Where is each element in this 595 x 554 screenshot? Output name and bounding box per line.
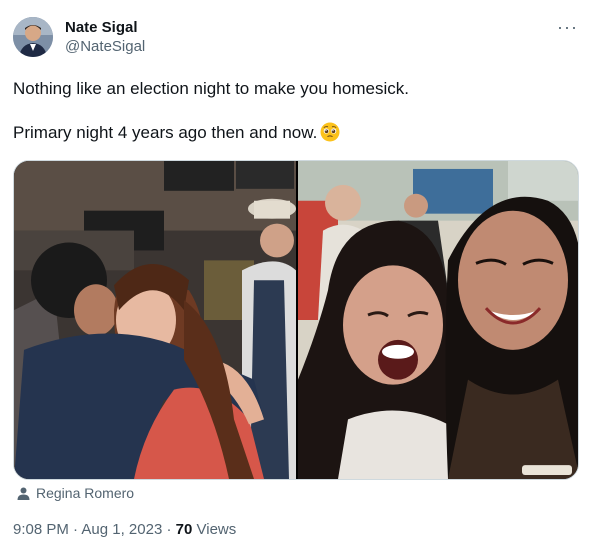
avatar-image: [13, 17, 53, 57]
tweet-text-line: Nothing like an election night to make y…: [13, 79, 409, 98]
pleading-face-emoji-icon: [320, 122, 340, 142]
tweet-text: Nothing like an election night to make y…: [13, 78, 583, 144]
photo-tag-name: Regina Romero: [36, 485, 135, 501]
photo-selfie[interactable]: [298, 161, 578, 479]
author-name[interactable]: Nate Sigal: [65, 19, 145, 37]
meta-separator: ·: [166, 521, 172, 538]
views-count: 70: [175, 521, 193, 538]
tweet-text-line: Primary night 4 years ago then and now.: [13, 122, 583, 144]
views-label: Views: [196, 521, 237, 538]
meta-separator: ·: [73, 521, 79, 538]
avatar[interactable]: [13, 17, 53, 57]
photo-hug-image: [14, 161, 296, 479]
author-handle[interactable]: @NateSigal: [65, 37, 145, 57]
photo-selfie-image: [298, 161, 578, 479]
author-block: Nate Sigal @NateSigal: [65, 19, 145, 57]
media-grid[interactable]: [13, 160, 579, 480]
person-icon: [17, 487, 30, 500]
tweet-text-content: Primary night 4 years ago then and now.: [13, 123, 318, 142]
more-options-icon[interactable]: ···: [557, 18, 578, 36]
photo-tag[interactable]: Regina Romero: [17, 485, 134, 501]
tweet-meta: 9:08 PM · Aug 1, 2023 · 70 Views: [13, 520, 236, 540]
photo-hug[interactable]: [14, 161, 296, 479]
tweet-date[interactable]: Aug 1, 2023: [81, 521, 162, 538]
tweet-time[interactable]: 9:08 PM: [13, 521, 69, 538]
